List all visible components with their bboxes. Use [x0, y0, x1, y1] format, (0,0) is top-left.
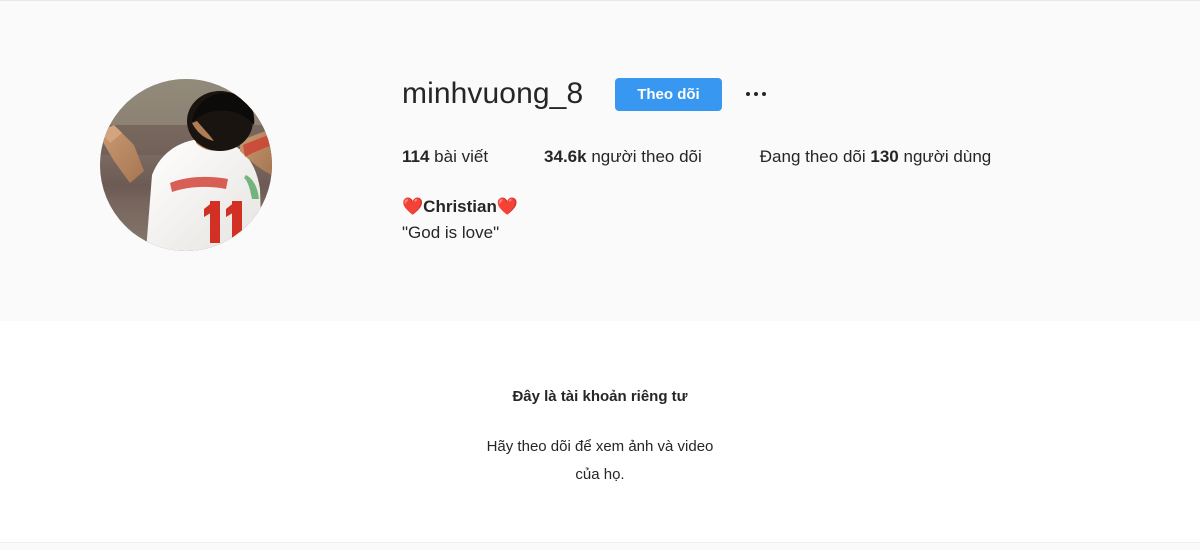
red-heart-icon-left: ❤️ — [402, 197, 424, 217]
stat-followers-value: 34.6k — [544, 147, 587, 166]
bio-line-quote: "God is love" — [402, 223, 500, 242]
private-account-subtitle: Hãy theo dõi để xem ảnh và video của họ. — [0, 433, 1200, 489]
stat-posts[interactable]: 114 bài viết — [402, 146, 488, 168]
bio: ❤️Christian❤️ "God is love" — [402, 194, 1162, 246]
page-title: minhvuong_8 — [402, 77, 584, 110]
stats-row: 114 bài viết 34.6k người theo dõi Đang t… — [402, 146, 1162, 168]
ellipsis-horizontal-icon[interactable] — [744, 86, 768, 102]
follow-button[interactable]: Theo dõi — [615, 77, 722, 111]
stat-followers-label: người theo dõi — [591, 147, 702, 166]
stat-following[interactable]: Đang theo dõi 130 người dùng — [760, 146, 991, 168]
instagram-profile-page: minhvuong_8 Theo dõi 114 bài viết 34.6k … — [0, 0, 1200, 550]
red-heart-icon-right: ❤️ — [496, 197, 519, 217]
username-row: minhvuong_8 Theo dõi — [402, 70, 1162, 118]
bio-line-christian: ❤️Christian❤️ — [402, 194, 1162, 220]
bottom-band — [0, 542, 1200, 550]
stat-following-prefix: Đang theo dõi — [759, 147, 866, 166]
avatar[interactable] — [100, 79, 272, 251]
profile-info: minhvuong_8 Theo dõi 114 bài viết 34.6k … — [402, 70, 1162, 246]
private-account-title: Đây là tài khoản riêng tư — [512, 388, 688, 405]
avatar-photo — [100, 79, 272, 251]
stat-posts-label: bài viết — [434, 147, 489, 166]
stat-posts-value: 114 — [402, 147, 430, 166]
private-account-subtitle-line1: Hãy theo dõi để xem ảnh và video — [486, 438, 714, 455]
private-account-subtitle-line2: của họ. — [575, 466, 625, 483]
private-account-inner: Đây là tài khoản riêng tư Hãy theo dõi đ… — [0, 321, 1200, 489]
stat-following-value: 130 — [870, 147, 899, 166]
private-account-section: Đây là tài khoản riêng tư Hãy theo dõi đ… — [0, 321, 1200, 542]
bio-text: Christian — [423, 197, 497, 216]
stat-followers[interactable]: 34.6k người theo dõi — [544, 146, 702, 168]
stat-following-label: người dùng — [903, 147, 992, 166]
